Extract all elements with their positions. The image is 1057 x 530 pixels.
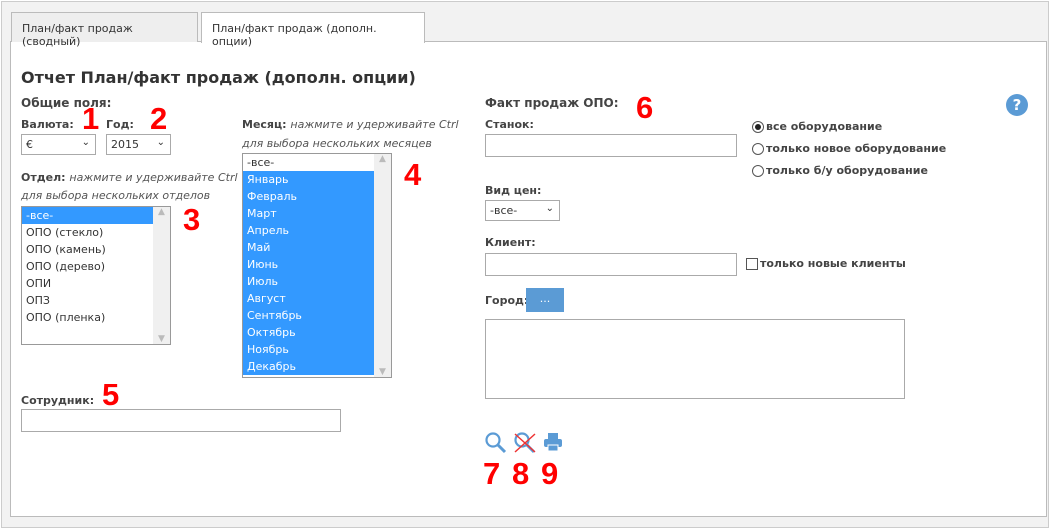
list-option[interactable]: -все- <box>243 154 374 171</box>
currency-label: Валюта: <box>21 118 74 131</box>
list-option[interactable]: Октябрь <box>243 324 374 341</box>
radio-icon[interactable] <box>752 143 764 155</box>
annotation-5: 5 <box>102 377 120 412</box>
tab-summary[interactable]: План/факт продаж (сводный) <box>11 12 198 48</box>
radio-label: только б/у оборудование <box>766 164 928 177</box>
dept-label-text: Отдел: <box>21 171 66 184</box>
client-label: Клиент: <box>485 236 536 249</box>
month-hint-2: для выбора нескольких месяцев <box>242 137 432 150</box>
clear-search-icon[interactable] <box>513 431 537 455</box>
radio-icon[interactable] <box>752 165 764 177</box>
machine-input[interactable] <box>485 134 737 157</box>
annotation-1: 1 <box>82 101 100 136</box>
list-option[interactable]: Апрель <box>243 222 374 239</box>
page-title: Отчет План/факт продаж (дополн. опции) <box>21 68 416 87</box>
tab-extra-options[interactable]: План/факт продаж (дополн. опции) <box>201 12 425 48</box>
annotation-3: 3 <box>183 202 201 237</box>
client-input[interactable] <box>485 253 737 276</box>
list-option[interactable]: Март <box>243 205 374 222</box>
list-option[interactable]: Февраль <box>243 188 374 205</box>
month-hint: нажмите и удерживайте Ctrl <box>290 118 459 131</box>
radio-all-equipment[interactable]: все оборудование <box>752 120 882 133</box>
list-option[interactable]: ОПО (пленка) <box>22 309 153 326</box>
month-label-text: Месяц: <box>242 118 287 131</box>
scrollbar[interactable]: ▲ ▼ <box>374 154 391 377</box>
list-option[interactable]: Ноябрь <box>243 341 374 358</box>
radio-new-equipment[interactable]: только новое оборудование <box>752 142 946 155</box>
list-option[interactable]: Май <box>243 239 374 256</box>
department-listbox[interactable]: -все- ОПО (стекло) ОПО (камень) ОПО (дерево… <box>21 206 171 345</box>
list-option[interactable]: Январь <box>243 171 374 188</box>
price-type-select[interactable]: -все- ⌄ <box>485 200 560 221</box>
employee-input[interactable] <box>21 409 341 432</box>
employee-label: Сотрудник: <box>21 394 95 407</box>
new-clients-label: только новые клиенты <box>760 257 906 270</box>
list-option[interactable]: Декабрь <box>243 358 374 375</box>
list-option[interactable]: ОПО (стекло) <box>22 224 153 241</box>
annotation-7: 7 <box>483 456 501 491</box>
year-select[interactable]: 2015 ⌄ <box>106 134 171 155</box>
list-option[interactable]: ОПО (камень) <box>22 241 153 258</box>
list-option[interactable]: -все- <box>22 207 153 224</box>
city-label: Город: <box>485 294 529 307</box>
chevron-down-icon: ⌄ <box>545 203 554 214</box>
radio-label: только новое оборудование <box>766 142 947 155</box>
radio-used-equipment[interactable]: только б/у оборудование <box>752 164 928 177</box>
fact-heading: Факт продаж ОПО: <box>485 96 619 110</box>
list-option[interactable]: Июль <box>243 273 374 290</box>
dept-label: Отдел: нажмите и удерживайте Ctrl <box>21 171 238 184</box>
year-value: 2015 <box>111 138 139 151</box>
month-label: Месяц: нажмите и удерживайте Ctrl <box>242 118 459 131</box>
search-icon[interactable] <box>484 431 508 455</box>
dept-hint: нажмите и удерживайте Ctrl <box>69 171 238 184</box>
list-option[interactable]: Август <box>243 290 374 307</box>
year-label: Год: <box>106 118 134 131</box>
city-select-button[interactable]: ... <box>526 288 564 312</box>
radio-icon[interactable] <box>752 121 764 133</box>
new-clients-checkbox[interactable]: только новые клиенты <box>746 257 906 270</box>
radio-label: все оборудование <box>766 120 883 133</box>
annotation-9: 9 <box>541 456 559 491</box>
annotation-8: 8 <box>512 456 530 491</box>
currency-select[interactable]: € ⌄ <box>21 134 96 155</box>
list-option[interactable]: ОПО (дерево) <box>22 258 153 275</box>
price-type-value: -все- <box>490 204 518 217</box>
scrollbar[interactable]: ▲ ▼ <box>153 207 170 344</box>
chevron-down-icon: ⌄ <box>156 137 165 148</box>
annotation-2: 2 <box>150 101 168 136</box>
list-option[interactable]: Июнь <box>243 256 374 273</box>
list-option[interactable]: ОПЗ <box>22 292 153 309</box>
month-listbox[interactable]: -все- Январь Февраль Март Апрель Май Июнь Июль А… <box>242 153 392 378</box>
print-icon[interactable] <box>542 431 564 453</box>
checkbox-icon[interactable] <box>746 258 758 270</box>
list-option[interactable]: Сентябрь <box>243 307 374 324</box>
currency-value: € <box>26 138 33 151</box>
machine-label: Станок: <box>485 118 534 131</box>
help-icon[interactable]: ? <box>1006 94 1028 116</box>
annotation-6: 6 <box>636 90 654 125</box>
chevron-down-icon: ⌄ <box>81 137 90 148</box>
city-textarea[interactable] <box>485 319 905 399</box>
price-type-label: Вид цен: <box>485 184 542 197</box>
annotation-4: 4 <box>404 157 422 192</box>
list-option[interactable]: ОПИ <box>22 275 153 292</box>
dept-hint-2: для выбора нескольких отделов <box>21 189 211 202</box>
